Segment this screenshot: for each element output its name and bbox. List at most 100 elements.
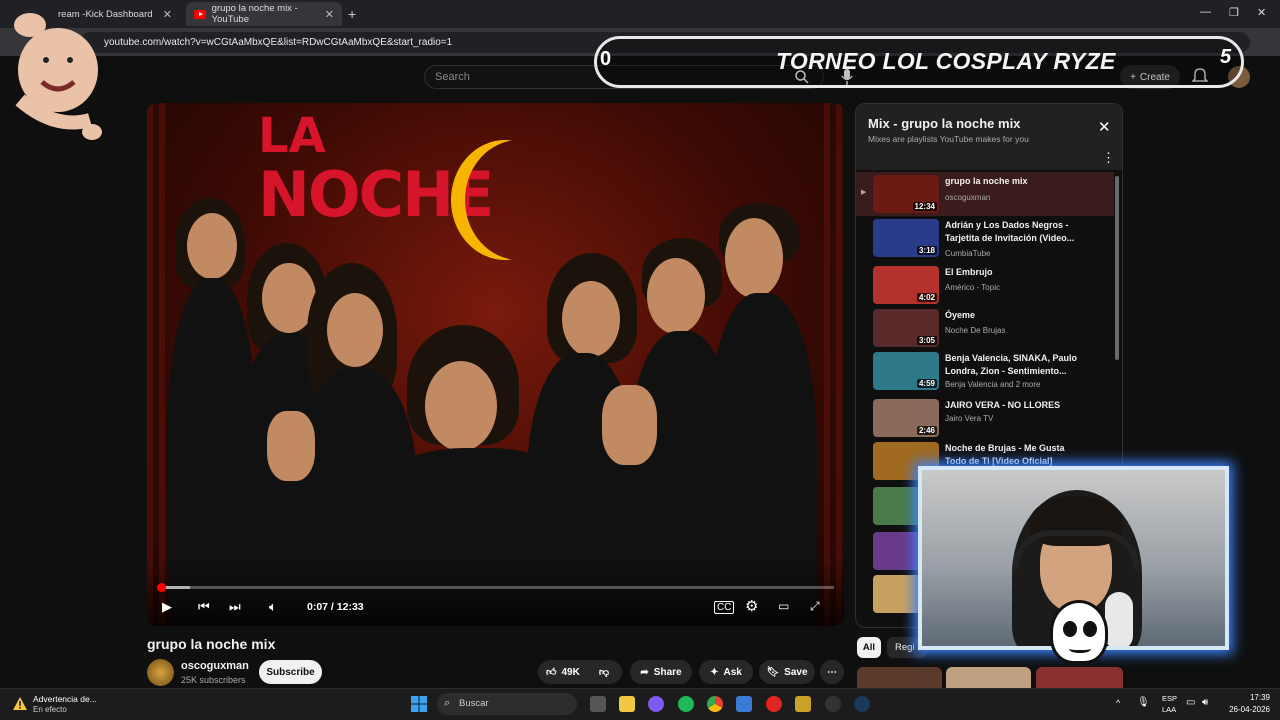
scrubber-handle[interactable] <box>157 583 166 592</box>
clock-date[interactable]: 26-04-2026 <box>1222 705 1270 714</box>
channel-avatar[interactable] <box>147 659 174 686</box>
ask-label: Ask <box>723 666 742 678</box>
more-horizontal-icon: ⋯ <box>827 666 837 678</box>
subscribe-label: Subscribe <box>266 666 315 678</box>
save-button[interactable]: 🔖︎ Save <box>759 660 815 684</box>
task-view-icon[interactable] <box>590 696 606 712</box>
discord-icon[interactable] <box>648 696 664 712</box>
duration-badge: 4:02 <box>916 293 937 302</box>
band-member-face <box>187 213 237 279</box>
playlist-item[interactable]: 3:05 Óyeme Noche De Brujas <box>856 306 1114 350</box>
recommendation-thumbnail[interactable] <box>946 667 1031 688</box>
theater-mode-icon[interactable]: ▭ <box>778 599 789 613</box>
playlist-title: Mix - grupo la noche mix <box>868 116 1021 131</box>
next-icon[interactable]: ⏭ <box>229 599 241 615</box>
input-language[interactable]: ESP <box>1162 694 1177 703</box>
fullscreen-icon[interactable]: ⤢ <box>810 599 820 614</box>
share-button[interactable]: ➦ Share <box>630 660 692 684</box>
tab-youtube[interactable]: grupo la noche mix - YouTube ✕ <box>186 2 342 26</box>
playlist-item-title: Noche de Brujas - Me Gusta Todo de Ti [V… <box>945 443 1065 466</box>
obs-icon[interactable] <box>825 696 841 712</box>
app-icon[interactable] <box>736 696 752 712</box>
band-member-face <box>562 281 620 357</box>
taskbar-search-input[interactable]: Buscar <box>437 693 577 715</box>
close-playlist-icon[interactable]: ✕ <box>1098 118 1111 136</box>
network-icon[interactable]: ▭ <box>1186 697 1195 708</box>
playlist-thumbnail: 3:18 <box>873 219 939 257</box>
band-member-face <box>327 293 383 367</box>
playlist-more-icon[interactable]: ⋮ <box>1102 150 1115 166</box>
share-icon: ➦ <box>640 666 649 678</box>
progress-bar[interactable] <box>158 586 834 589</box>
play-icon[interactable]: ▶ <box>162 599 172 615</box>
close-tab-icon[interactable]: ✕ <box>163 8 172 21</box>
steam-icon[interactable] <box>854 696 870 712</box>
like-button[interactable]: 👍︎ 49K 👎︎ <box>538 660 622 684</box>
new-tab-button[interactable]: + <box>348 6 356 22</box>
banner-score-right: 5 <box>1220 46 1232 68</box>
settings-gear-icon[interactable]: ⚙ <box>745 597 758 615</box>
spotify-icon[interactable] <box>678 696 694 712</box>
browser-tab-bar: ream - Kick Dashboard ✕ grupo la noche m… <box>0 0 1280 28</box>
now-playing-icon: ▶ <box>861 189 867 196</box>
share-label: Share <box>653 666 682 678</box>
chrome-icon[interactable] <box>707 696 723 712</box>
playlist-item[interactable]: 4:59 Benja Valencia, SINAKA, Paulo Londr… <box>856 349 1114 393</box>
thumbs-up-left <box>267 411 315 481</box>
time-display: 0:07 / 12:33 <box>307 601 364 613</box>
volume-icon[interactable]: 🔈︎ <box>269 599 277 615</box>
recorder-icon[interactable] <box>766 696 782 712</box>
playlist-item[interactable]: 2:46 JAIRO VERA - NO LLORES Jairo Vera T… <box>856 396 1114 440</box>
band-logo-noche: NOCHE <box>258 158 494 231</box>
subscriber-count: 25K subscribers <box>181 675 246 685</box>
restore-icon[interactable]: ❐ <box>1229 6 1239 19</box>
playlist-item-channel: Américo - Topic <box>945 283 1000 292</box>
captions-icon[interactable]: CC <box>714 601 735 614</box>
volume-tray-icon[interactable]: 🔊︎ <box>1202 697 1208 708</box>
playlist-thumbnail: 2:46 <box>873 399 939 437</box>
recommendation-thumbnail[interactable] <box>857 667 942 688</box>
video-title: grupo la noche mix <box>147 636 276 652</box>
playlist-item-channel: CumbiaTube <box>945 249 991 258</box>
curtain-right <box>824 103 844 626</box>
headphones-icon <box>1012 530 1140 570</box>
search-placeholder: Search <box>435 71 470 83</box>
ask-button[interactable]: ✦ Ask <box>699 660 753 684</box>
minimize-icon[interactable]: — <box>1200 6 1211 18</box>
input-layout[interactable]: LAA <box>1162 705 1176 714</box>
tray-chevron-icon[interactable]: ^ <box>1116 698 1120 708</box>
playlist-thumbnail: 3:05 <box>873 309 939 347</box>
thumbs-down-icon[interactable]: 👎︎ <box>599 666 609 678</box>
more-actions-button[interactable]: ⋯ <box>820 660 844 684</box>
game-icon[interactable] <box>795 696 811 712</box>
file-explorer-icon[interactable] <box>619 696 635 712</box>
tab-label: grupo la noche mix - YouTube <box>211 3 298 25</box>
windows-start-icon[interactable] <box>411 696 427 712</box>
previous-icon[interactable]: ⏮ <box>198 599 210 615</box>
chip-all[interactable]: All <box>857 637 881 658</box>
warning-icon <box>13 697 27 710</box>
chip-all-label: All <box>862 642 876 653</box>
close-tab-icon[interactable]: ✕ <box>325 8 334 21</box>
duration-badge: 3:05 <box>916 336 937 345</box>
banner-title: TORNEO LOL COSPLAY RYZE <box>776 48 1116 74</box>
tray-mic-icon[interactable]: 🎙︎ <box>1137 697 1150 708</box>
channel-name[interactable]: oscoguxman <box>181 660 249 672</box>
playlist-item-title: JAIRO VERA - NO LLORES <box>945 400 1061 410</box>
playlist-item[interactable]: 3:18 Adrián y Los Dados Negros - Tarjeti… <box>856 216 1114 260</box>
playlist-scrollbar[interactable] <box>1115 176 1119 360</box>
playlist-item[interactable]: ▶ 12:34 grupo la noche mix oscoguxman <box>856 172 1114 216</box>
duration-badge: 12:34 <box>912 202 937 211</box>
recommendation-thumbnail[interactable] <box>1036 667 1123 688</box>
curtain-left <box>147 103 167 626</box>
playlist-item-title: Óyeme <box>945 310 976 320</box>
taskbar-warning-title[interactable]: Advertencia de... <box>33 694 97 704</box>
playlist-item[interactable]: 4:02 El Embrujo Américo - Topic <box>856 263 1114 307</box>
playlist-item-channel: oscoguxman <box>945 193 991 202</box>
duration-badge: 4:59 <box>916 379 937 388</box>
clock-time[interactable]: 17:39 <box>1226 693 1270 702</box>
close-window-icon[interactable]: ✕ <box>1257 6 1266 19</box>
subscribe-button[interactable]: Subscribe <box>259 660 322 684</box>
youtube-favicon-icon <box>194 9 206 19</box>
playlist-item-title: Adrián y Los Dados Negros - Tarjetita de… <box>945 220 1075 243</box>
